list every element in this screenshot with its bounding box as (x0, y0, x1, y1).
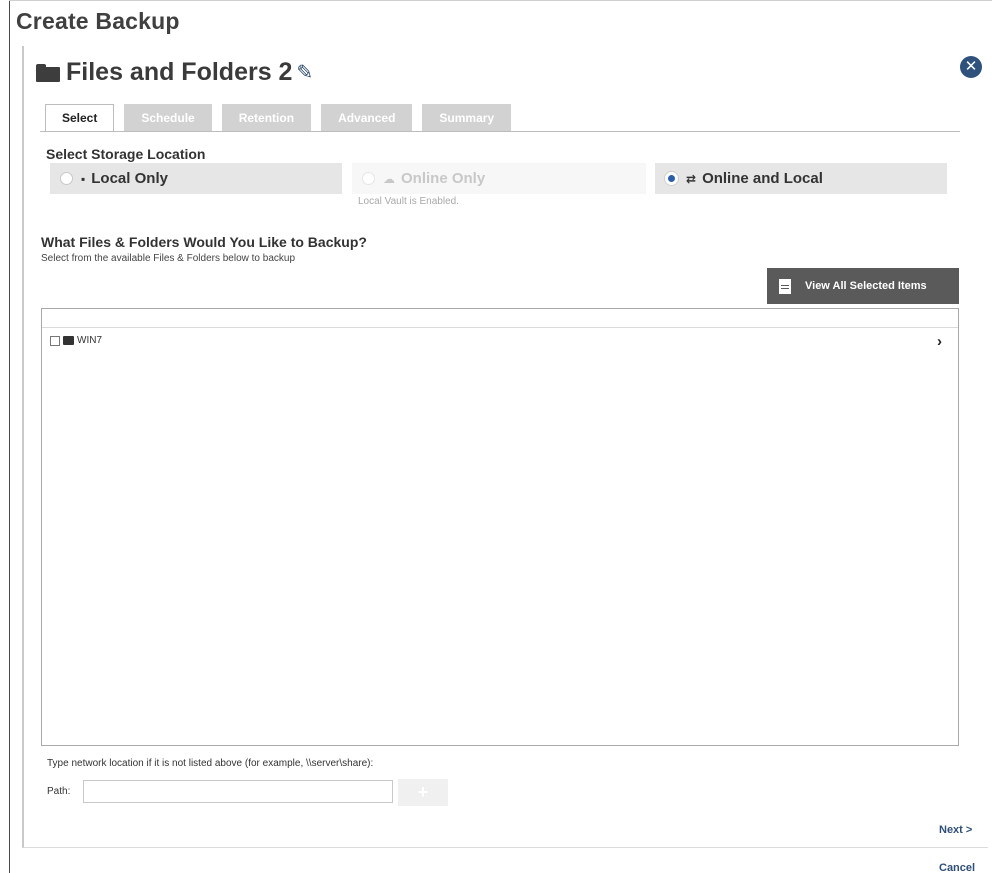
tab-retention[interactable]: Retention (221, 104, 312, 131)
sync-icon: ⇄ (686, 171, 697, 186)
view-all-selected-label: View All Selected Items (805, 280, 927, 292)
drive-icon: ▪ (81, 171, 86, 186)
document-list-icon (779, 278, 791, 294)
files-heading: What Files & Folders Would You Like to B… (41, 234, 367, 250)
path-input[interactable] (83, 780, 393, 803)
files-subheading: Select from the available Files & Folder… (41, 253, 296, 264)
wizard-tabs: Select Schedule Retention Advanced Summa… (45, 104, 512, 132)
local-vault-note: Local Vault is Enabled. (358, 196, 459, 207)
storage-option-online-and-local[interactable]: ⇄ Online and Local (655, 163, 947, 194)
storage-option-online-only: ☁ Online Only (352, 163, 646, 194)
storage-option-local-only[interactable]: ▪ Local Only (50, 163, 342, 194)
file-tree-header (42, 309, 958, 328)
radio-local-only[interactable] (60, 172, 73, 185)
add-path-button[interactable]: + (398, 779, 448, 806)
job-name: Files and Folders 2 (66, 58, 293, 86)
storage-option-label: Online Only (401, 170, 486, 187)
storage-option-label: Local Only (91, 170, 168, 187)
tabs-divider (40, 131, 960, 132)
network-location-hint: Type network location if it is not liste… (47, 758, 374, 769)
window-left-border (9, 0, 10, 873)
tree-node-win7[interactable]: WIN7 (50, 335, 102, 346)
tab-select[interactable]: Select (45, 104, 115, 132)
view-all-selected-button[interactable]: View All Selected Items (767, 268, 959, 304)
storage-location-heading: Select Storage Location (46, 146, 206, 162)
computer-icon (63, 336, 74, 345)
radio-online-and-local[interactable] (665, 172, 678, 185)
job-title: Files and Folders 2 ✎ (36, 58, 313, 87)
tree-node-label: WIN7 (77, 335, 102, 346)
close-icon[interactable]: ✕ (960, 56, 982, 78)
path-label: Path: (47, 786, 71, 797)
folder-icon (36, 63, 60, 82)
cloud-icon: ☁ (383, 171, 395, 186)
tab-advanced[interactable]: Advanced (321, 104, 413, 131)
next-button[interactable]: Next > (939, 824, 972, 836)
tab-summary[interactable]: Summary (422, 104, 512, 131)
tab-schedule[interactable]: Schedule (124, 104, 212, 131)
pencil-icon[interactable]: ✎ (296, 60, 313, 85)
cancel-button[interactable]: Cancel (939, 862, 975, 873)
chevron-right-icon[interactable]: › (937, 333, 942, 350)
file-tree: WIN7 › (41, 308, 959, 746)
window-top-border (9, 0, 992, 1)
checkbox-win7[interactable] (50, 335, 60, 346)
storage-option-label: Online and Local (702, 170, 823, 187)
radio-online-only (362, 172, 375, 185)
page-title: Create Backup (16, 8, 180, 34)
